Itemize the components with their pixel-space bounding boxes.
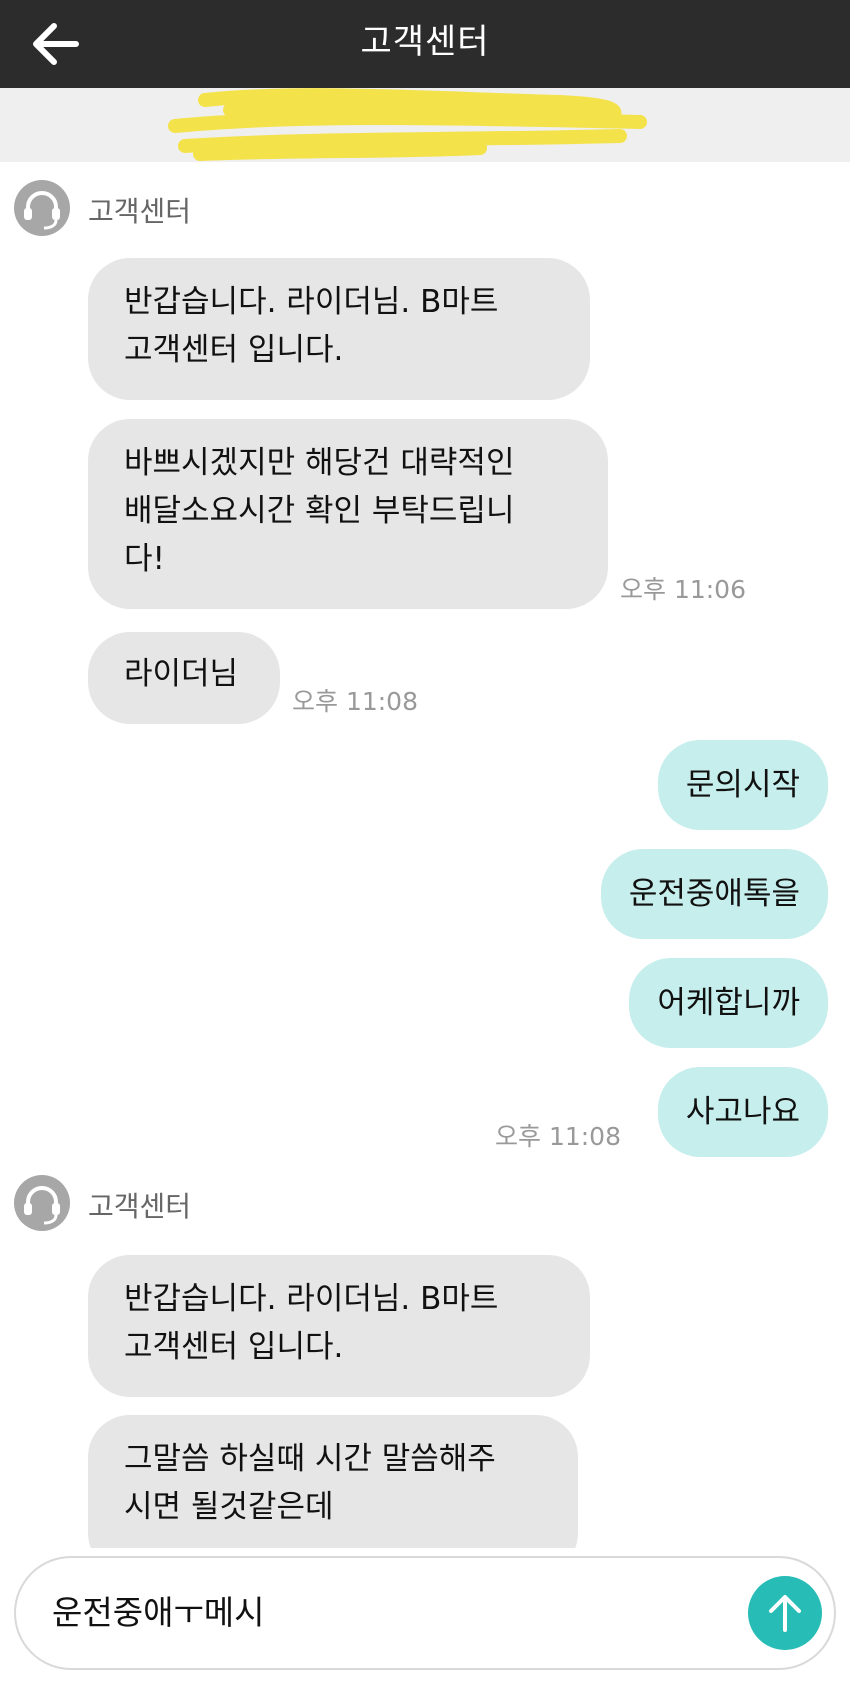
outgoing-message: 운전중애톡을 <box>600 849 828 939</box>
outgoing-message: 어케합니까 <box>629 958 828 1048</box>
send-button[interactable] <box>748 1576 822 1650</box>
message-time: 오후 11:08 <box>292 687 418 716</box>
sender-name: 고객센터 <box>88 1190 192 1223</box>
incoming-message: 라이더님 <box>88 632 280 724</box>
incoming-message: 반갑습니다. 라이더님. B마트 고객센터 입니다. <box>88 258 590 400</box>
app-header: 고객센터 <box>0 0 850 88</box>
message-time: 오후 11:06 <box>620 575 746 604</box>
redacted-banner <box>0 88 850 162</box>
avatar <box>14 180 70 236</box>
headset-icon <box>24 191 60 230</box>
incoming-message: 반갑습니다. 라이더님. B마트 고객센터 입니다. <box>88 1255 590 1397</box>
message-composer[interactable]: 운전중애ㅜ메시 <box>14 1556 836 1670</box>
incoming-message: 그말씀 하실때 시간 말씀해주 시면 될것같은데 <box>88 1415 578 1548</box>
outgoing-message: 사고나요 <box>657 1067 828 1157</box>
avatar <box>14 1175 70 1231</box>
outgoing-message: 문의시작 <box>657 740 828 830</box>
headset-icon <box>24 1186 60 1225</box>
arrow-up-icon <box>769 1595 801 1632</box>
incoming-message: 바쁘시겠지만 해당건 대략적인 배달소요시간 확인 부탁드립니 다! <box>88 419 608 609</box>
sender-name: 고객센터 <box>88 195 192 228</box>
page-title: 고객센터 <box>360 22 490 62</box>
redaction-scribble <box>168 88 647 161</box>
message-time: 오후 11:08 <box>495 1122 621 1151</box>
message-input[interactable]: 운전중애ㅜ메시 <box>52 1558 265 1668</box>
chat-thread[interactable]: 고객센터 반갑습니다. 라이더님. B마트 고객센터 입니다. 바쁘시겠지만 해… <box>0 162 850 1548</box>
